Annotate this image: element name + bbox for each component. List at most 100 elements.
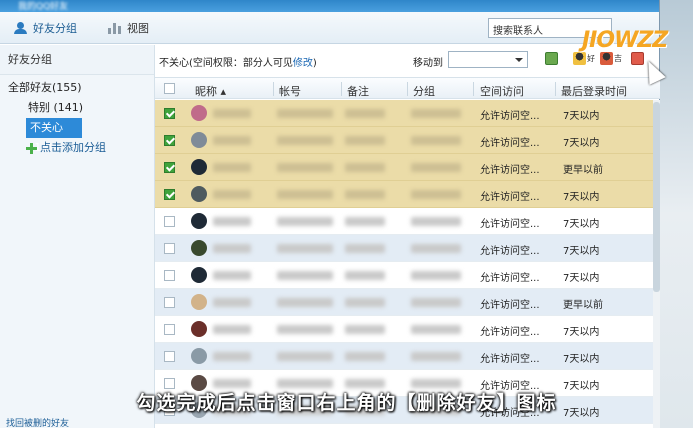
- friend-row[interactable]: 允许访问空... 7天以内: [155, 100, 660, 127]
- col-group[interactable]: 分组: [413, 83, 435, 99]
- account-redacted: [277, 271, 333, 280]
- row-checkbox[interactable]: [164, 162, 175, 173]
- row-checkbox[interactable]: [164, 297, 175, 308]
- space-access-cell: 允许访问空...: [480, 246, 540, 257]
- group-redacted: [411, 109, 461, 118]
- row-checkbox[interactable]: [164, 351, 175, 362]
- remark-redacted: [345, 217, 385, 226]
- group-redacted: [411, 217, 461, 226]
- last-login-cell: 7天以内: [563, 219, 600, 230]
- space-access-cell: 允许访问空...: [480, 111, 540, 122]
- col-account[interactable]: 帐号: [279, 83, 301, 99]
- remark-redacted: [345, 298, 385, 307]
- move-to-label: 移动到: [413, 58, 443, 69]
- col-last-login[interactable]: 最后登录时间: [561, 83, 627, 99]
- remark-redacted: [345, 244, 385, 253]
- row-checkbox[interactable]: [164, 324, 175, 335]
- friend-row[interactable]: 允许访问空... 更早以前: [155, 154, 660, 181]
- last-login-cell: 7天以内: [563, 354, 600, 365]
- scroll-thumb[interactable]: [653, 102, 660, 292]
- chart-icon: [108, 22, 122, 34]
- nickname-redacted: [213, 217, 251, 226]
- friend-row[interactable]: 允许访问空... 7天以内: [155, 235, 660, 262]
- row-checkbox[interactable]: [164, 270, 175, 281]
- nickname-redacted: [213, 109, 251, 118]
- account-redacted: [277, 244, 333, 253]
- find-deleted-friends-link[interactable]: 找回被删的好友: [6, 416, 69, 428]
- nickname-redacted: [213, 136, 251, 145]
- scrollbar[interactable]: [653, 100, 660, 428]
- desktop-background: [660, 0, 693, 428]
- friend-row[interactable]: 允许访问空... 7天以内: [155, 208, 660, 235]
- add-group-label: 点击添加分组: [40, 141, 106, 154]
- nickname-redacted: [213, 163, 251, 172]
- people-icon: [14, 22, 28, 34]
- friend-list: 允许访问空... 7天以内 允许访问空... 7天以内 允许访问空... 更早以前 允许访问…: [155, 100, 660, 424]
- sidebar: 好友分组 全部好友(155) 特别 (141) 不关心 (14) 点击添加分组: [0, 45, 155, 428]
- friend-row[interactable]: 允许访问空... 更早以前: [155, 289, 660, 316]
- nickname-redacted: [213, 271, 251, 280]
- friend-row[interactable]: 允许访问空... 7天以内: [155, 127, 660, 154]
- watermark-logo: JIOWZZ: [582, 28, 668, 53]
- add-friend-icon[interactable]: [573, 52, 586, 65]
- avatar: [191, 321, 207, 337]
- col-nickname[interactable]: 昵称 ▴: [195, 83, 226, 99]
- space-access-cell: 允许访问空...: [480, 219, 540, 230]
- group-redacted: [411, 379, 461, 388]
- group-redacted: [411, 190, 461, 199]
- main-panel: 不关心(空间权限：部分人可见修改) 移动到 好 吉 昵称 ▴ 帐号 备注 分组 …: [155, 45, 660, 428]
- last-login-cell: 7天以内: [563, 273, 600, 284]
- nickname-redacted: [213, 379, 251, 388]
- account-redacted: [277, 352, 333, 361]
- sidebar-item-all-friends[interactable]: 全部好友(155): [0, 78, 154, 98]
- remark-redacted: [345, 325, 385, 334]
- row-checkbox[interactable]: [164, 135, 175, 146]
- friend-row[interactable]: 允许访问空... 7天以内: [155, 343, 660, 370]
- add-friend-label: 好: [587, 54, 595, 63]
- avatar: [191, 105, 207, 121]
- last-login-cell: 更早以前: [563, 165, 603, 176]
- invite-icon[interactable]: [600, 52, 613, 65]
- last-login-cell: 7天以内: [563, 246, 600, 257]
- group-redacted: [411, 271, 461, 280]
- row-checkbox[interactable]: [164, 243, 175, 254]
- avatar: [191, 267, 207, 283]
- account-redacted: [277, 163, 333, 172]
- friend-row[interactable]: 允许访问空... 7天以内: [155, 181, 660, 208]
- avatar: [191, 213, 207, 229]
- col-remark[interactable]: 备注: [347, 83, 369, 99]
- row-checkbox[interactable]: [164, 189, 175, 200]
- window-title: 我的QQ好友: [18, 2, 69, 12]
- remark-redacted: [345, 163, 385, 172]
- modify-permission-link[interactable]: 修改: [293, 58, 313, 69]
- friend-groups-button[interactable]: 好友分组: [14, 20, 77, 36]
- friend-row[interactable]: 允许访问空... 7天以内: [155, 262, 660, 289]
- add-group-button[interactable]: 点击添加分组: [0, 138, 154, 158]
- sidebar-item-special[interactable]: 特别 (141): [0, 98, 154, 118]
- remark-redacted: [345, 109, 385, 118]
- remark-redacted: [345, 271, 385, 280]
- col-space-access[interactable]: 空间访问: [480, 83, 524, 99]
- sidebar-header: 好友分组: [0, 45, 154, 75]
- group-redacted: [411, 163, 461, 172]
- remark-redacted: [345, 379, 385, 388]
- move-to-select[interactable]: [448, 51, 528, 68]
- last-login-cell: 7天以内: [563, 111, 600, 122]
- invite-label: 吉: [614, 54, 622, 63]
- select-all-checkbox[interactable]: [164, 83, 175, 94]
- table-header: 昵称 ▴ 帐号 备注 分组 空间访问 最后登录时间: [155, 77, 660, 99]
- send-message-icon[interactable]: [545, 52, 558, 65]
- account-redacted: [277, 379, 333, 388]
- space-access-cell: 允许访问空...: [480, 165, 540, 176]
- group-redacted: [411, 352, 461, 361]
- row-checkbox[interactable]: [164, 216, 175, 227]
- space-access-cell: 允许访问空...: [480, 354, 540, 365]
- space-access-cell: 允许访问空...: [480, 192, 540, 203]
- nickname-redacted: [213, 298, 251, 307]
- view-button[interactable]: 视图: [108, 20, 149, 36]
- remark-redacted: [345, 352, 385, 361]
- friend-row[interactable]: 允许访问空... 7天以内: [155, 316, 660, 343]
- sidebar-item-dont-care[interactable]: 不关心 (14): [26, 118, 82, 154]
- title-bar: 我的QQ好友: [0, 0, 659, 12]
- row-checkbox[interactable]: [164, 108, 175, 119]
